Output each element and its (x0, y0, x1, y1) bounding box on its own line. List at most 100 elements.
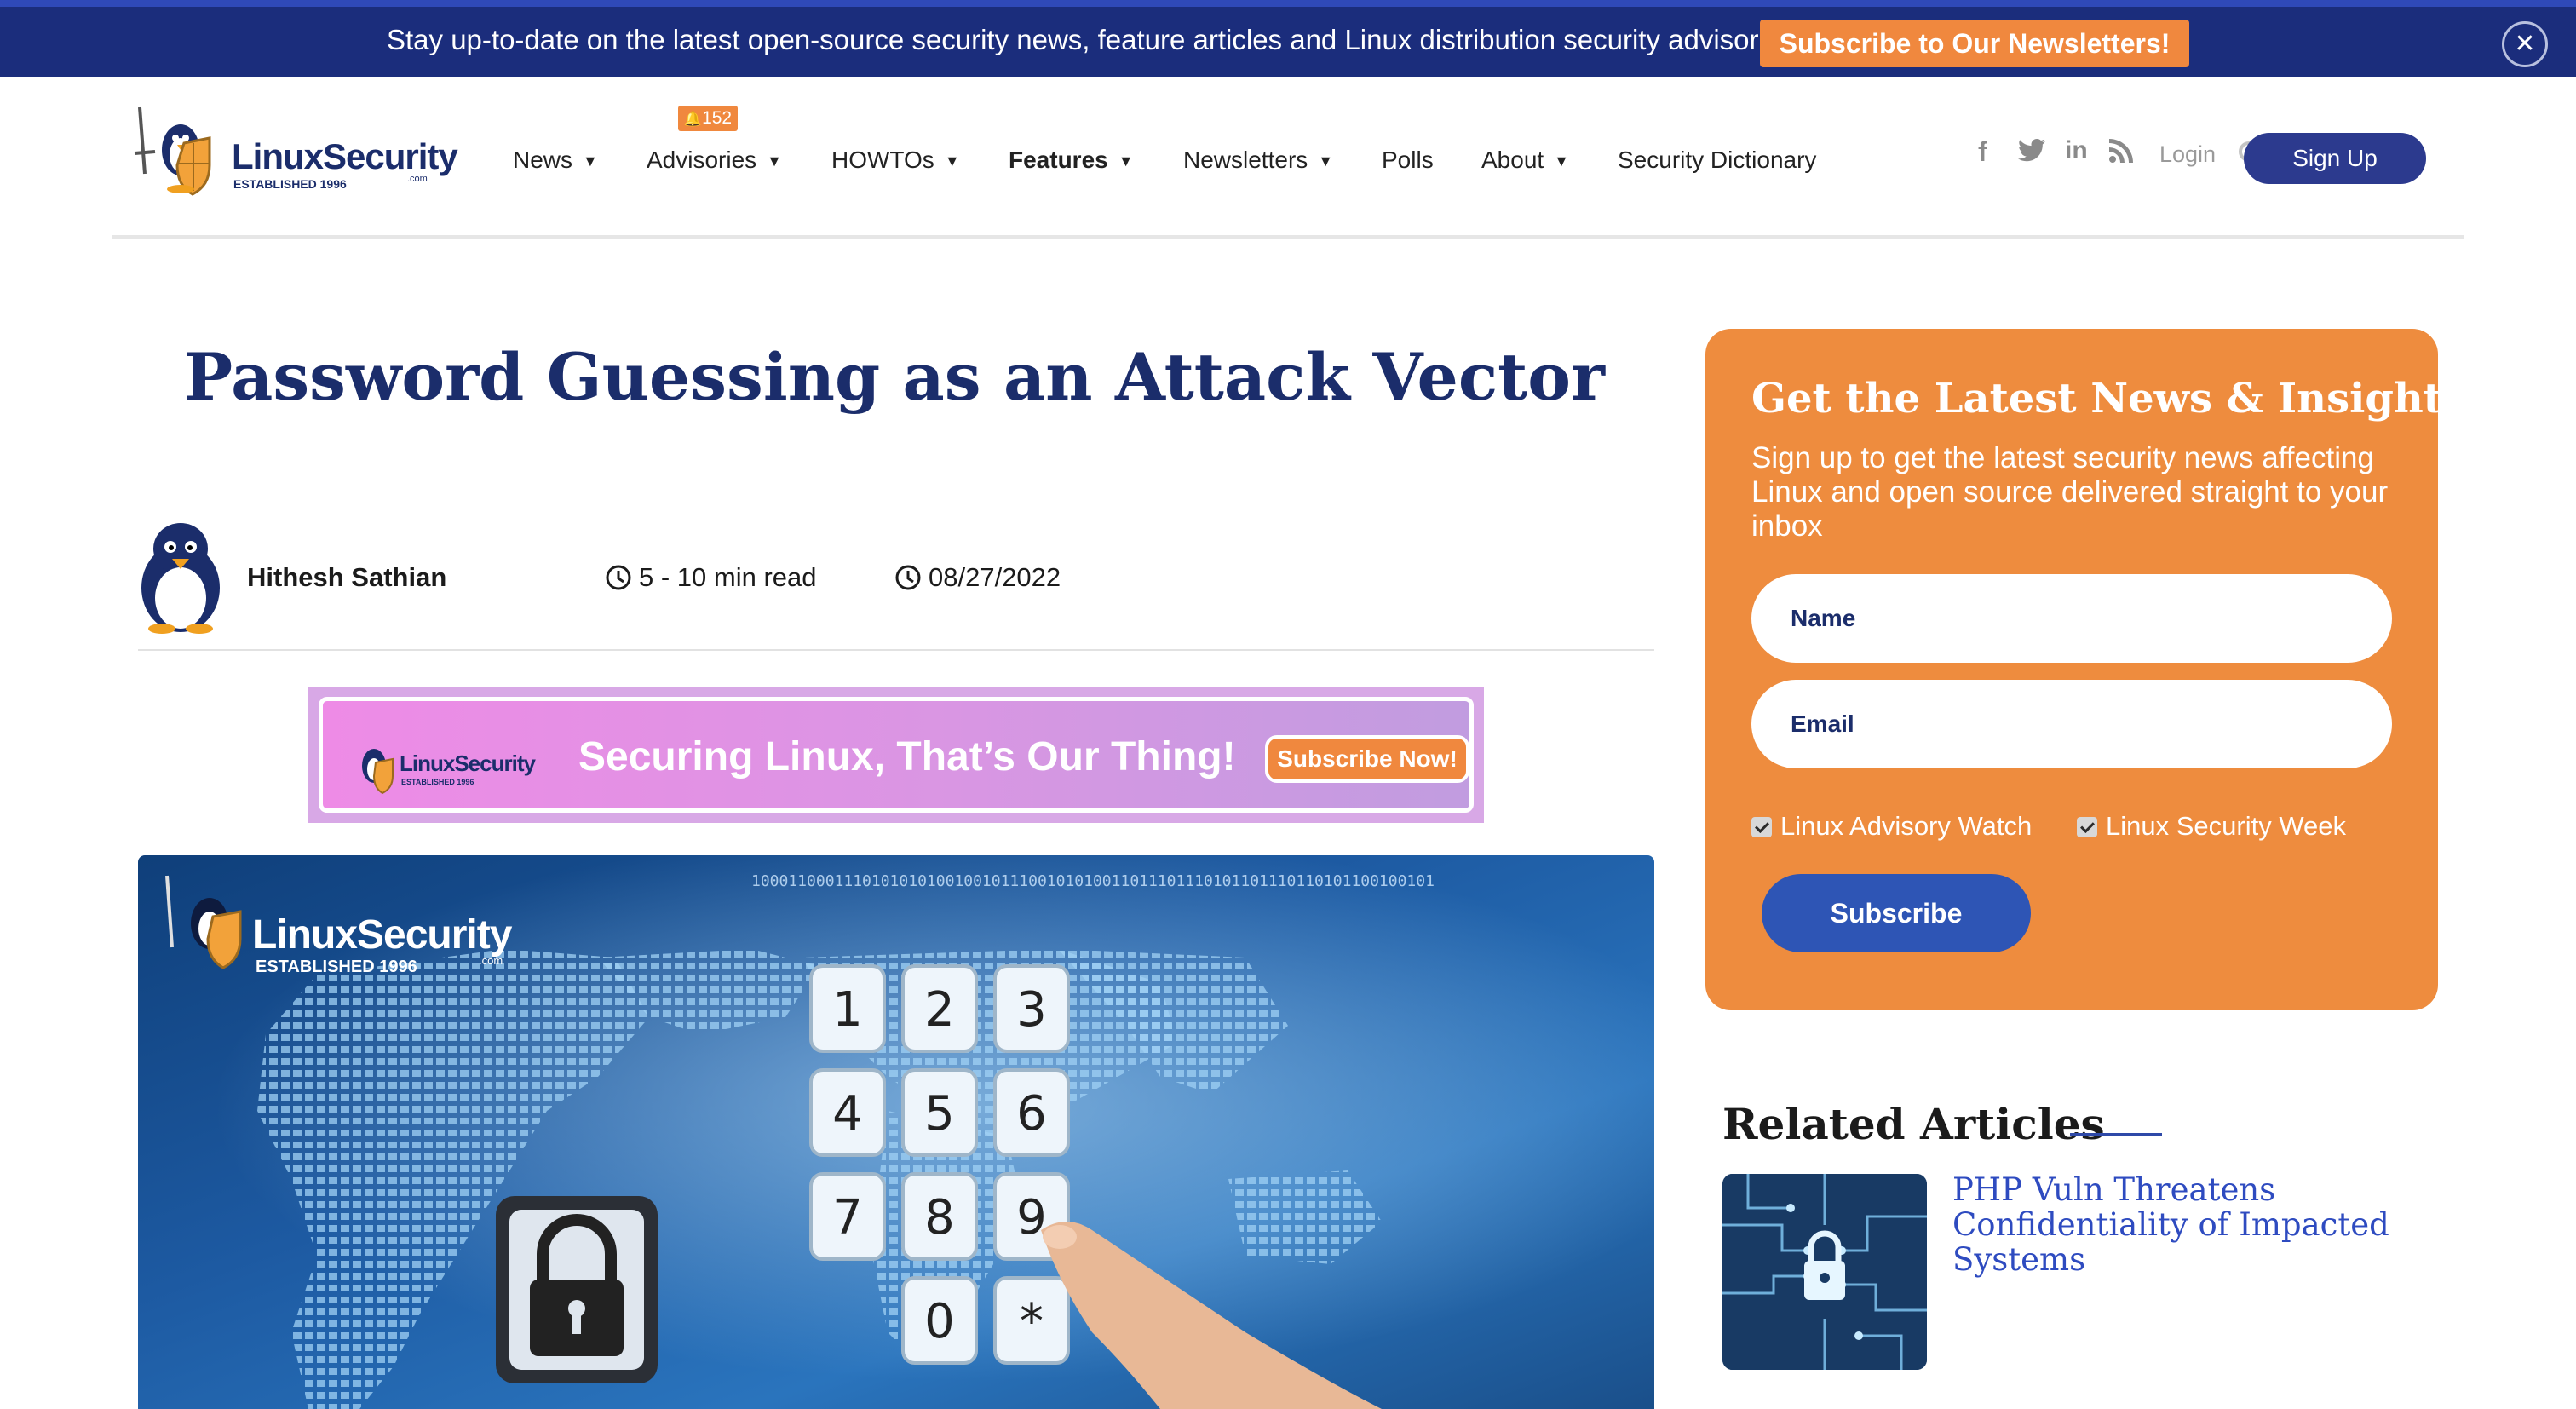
author-avatar[interactable] (136, 520, 225, 634)
nav-news[interactable]: News ▼ (513, 147, 598, 174)
keypad-key-label: 7 (832, 1190, 863, 1245)
bell-icon: 🔔 (683, 111, 703, 127)
newsletter-title: Get the Latest News & Insights (1751, 375, 2465, 423)
nav-about[interactable]: About ▼ (1481, 147, 1569, 174)
publish-date-text: 08/27/2022 (929, 562, 1061, 592)
read-time: 5 - 10 min read (605, 562, 817, 593)
keypad-key-label: 5 (924, 1086, 955, 1142)
newsletter-banner: Stay up-to-date on the latest open-sourc… (0, 0, 2576, 77)
clock-icon (895, 565, 921, 590)
site-logo[interactable]: LinuxSecurity ESTABLISHED 1996 .com (133, 101, 458, 203)
keypad-key-label: 2 (924, 982, 955, 1038)
promo-subscribe-button[interactable]: Subscribe Now! (1265, 735, 1469, 783)
chevron-down-icon: ▼ (1318, 152, 1334, 170)
logo-tagline: ESTABLISHED 1996 (233, 177, 347, 191)
nav-newsletters-label: Newsletters (1183, 147, 1308, 173)
clock-icon (606, 565, 631, 590)
promo-logo: LinuxSecurity ESTABLISHED 1996 (348, 735, 561, 795)
promo-logo-tagline: ESTABLISHED 1996 (401, 778, 474, 786)
signup-button[interactable]: Sign Up (2244, 133, 2426, 184)
checkbox-label: Linux Security Week (2106, 811, 2346, 841)
banner-text: Stay up-to-date on the latest open-sourc… (387, 24, 1795, 55)
keypad-key-label: 3 (1016, 982, 1047, 1038)
rss-icon[interactable] (2109, 138, 2133, 170)
twitter-icon[interactable] (2017, 138, 2046, 170)
chevron-down-icon: ▼ (583, 152, 598, 170)
keypad-key-label: 9 (1016, 1190, 1047, 1245)
facebook-icon[interactable]: f (1978, 136, 1987, 168)
logo-domain: .com (407, 174, 428, 184)
article-hero-image: 1000110001110101010100100101110010101001… (138, 855, 1654, 1409)
keypad-key-label: 4 (832, 1086, 863, 1142)
chevron-down-icon: ▼ (767, 152, 782, 170)
chevron-down-icon: ▼ (1118, 152, 1134, 170)
keypad-key-label: 8 (924, 1190, 955, 1245)
related-articles-heading: Related Articles (1722, 1099, 2105, 1149)
binary-stream: 1000110001110101010100100101110010101001… (751, 872, 1435, 890)
keypad-key: * (993, 1276, 1070, 1365)
keypad-key-label: * (1020, 1294, 1044, 1349)
nav-howtos-label: HOWTOs (831, 147, 934, 173)
nav-advisories[interactable]: Advisories ▼ (647, 147, 782, 174)
keypad-key: 2 (901, 964, 978, 1053)
checkbox-checked-icon (1751, 817, 1772, 837)
related-article-thumbnail[interactable] (1722, 1174, 1927, 1370)
promo-text: Securing Linux, That’s Our Thing! (578, 734, 1236, 779)
banner-subscribe-button[interactable]: Subscribe to Our Newsletters! (1760, 20, 2189, 67)
keypad-key-label: 1 (832, 982, 863, 1038)
meta-divider (138, 649, 1654, 651)
checkbox-label: Linux Advisory Watch (1780, 811, 2033, 841)
keypad-key: 4 (809, 1068, 886, 1157)
article-title: Password Guessing as an Attack Vector (184, 339, 1605, 415)
publish-date: 08/27/2022 (894, 562, 1061, 593)
hero-logo-tagline: ESTABLISHED 1996 (256, 958, 417, 976)
keypad-key: 7 (809, 1172, 886, 1261)
nav-features[interactable]: Features ▼ (1009, 147, 1134, 174)
nav-advisories-label: Advisories (647, 147, 757, 173)
hero-logo-domain: .com (479, 954, 503, 967)
chevron-down-icon: ▼ (1554, 152, 1569, 170)
nav-polls[interactable]: Polls (1382, 147, 1434, 174)
keypad-key: 3 (993, 964, 1070, 1053)
nav-newsletters[interactable]: Newsletters ▼ (1183, 147, 1333, 174)
nav-howtos[interactable]: HOWTOs ▼ (831, 147, 960, 174)
keypad-key: 8 (901, 1172, 978, 1261)
newsletter-signup-card: Get the Latest News & Insights Sign up t… (1705, 329, 2465, 1010)
nav-security-dictionary-label: Security Dictionary (1618, 147, 1817, 173)
nav-features-label: Features (1009, 147, 1108, 173)
checkbox-linux-security-week[interactable]: Linux Security Week (2077, 811, 2346, 842)
checkbox-linux-advisory-watch[interactable]: Linux Advisory Watch (1751, 811, 2032, 842)
hero-logo: LinuxSecurity ESTABLISHED 1996 .com (158, 871, 525, 976)
name-field[interactable] (1751, 574, 2392, 663)
keypad-key: 1 (809, 964, 886, 1053)
promo-banner[interactable]: LinuxSecurity ESTABLISHED 1996 Securing … (308, 687, 1484, 823)
checkbox-checked-icon (2077, 817, 2097, 837)
hero-logo-text: LinuxSecurity (252, 912, 512, 958)
badge-count: 152 (702, 108, 733, 128)
keypad-key-label: 0 (924, 1294, 955, 1349)
keypad-key: 6 (993, 1068, 1070, 1157)
promo-banner-inner: LinuxSecurity ESTABLISHED 1996 Securing … (319, 697, 1474, 813)
newsletter-subtitle: Sign up to get the latest security news … (1751, 441, 2389, 543)
keypad-key: 5 (901, 1068, 978, 1157)
logo-text: LinuxSecurity (232, 136, 458, 176)
nav-news-label: News (513, 147, 573, 173)
close-icon[interactable]: ✕ (2502, 21, 2548, 67)
nav-security-dictionary[interactable]: Security Dictionary (1618, 147, 1816, 174)
linkedin-icon[interactable]: in (2065, 136, 2088, 165)
email-field[interactable] (1751, 680, 2392, 768)
read-time-text: 5 - 10 min read (639, 562, 817, 592)
keypad-key-label: 6 (1016, 1086, 1047, 1142)
chevron-down-icon: ▼ (944, 152, 960, 170)
login-link[interactable]: Login (2159, 141, 2216, 168)
subscribe-button[interactable]: Subscribe (1762, 874, 2031, 952)
nav-about-label: About (1481, 147, 1544, 173)
advisories-count-badge: 🔔152 (678, 106, 738, 131)
keypad-key: 0 (901, 1276, 978, 1365)
author-name[interactable]: Hithesh Sathian (247, 562, 446, 593)
related-article-title[interactable]: PHP Vuln Threatens Confidentiality of Im… (1952, 1172, 2429, 1277)
promo-logo-text: LinuxSecurity (400, 751, 536, 776)
header-divider (112, 235, 2464, 239)
heading-underline (2070, 1133, 2162, 1136)
nav-polls-label: Polls (1382, 147, 1434, 173)
